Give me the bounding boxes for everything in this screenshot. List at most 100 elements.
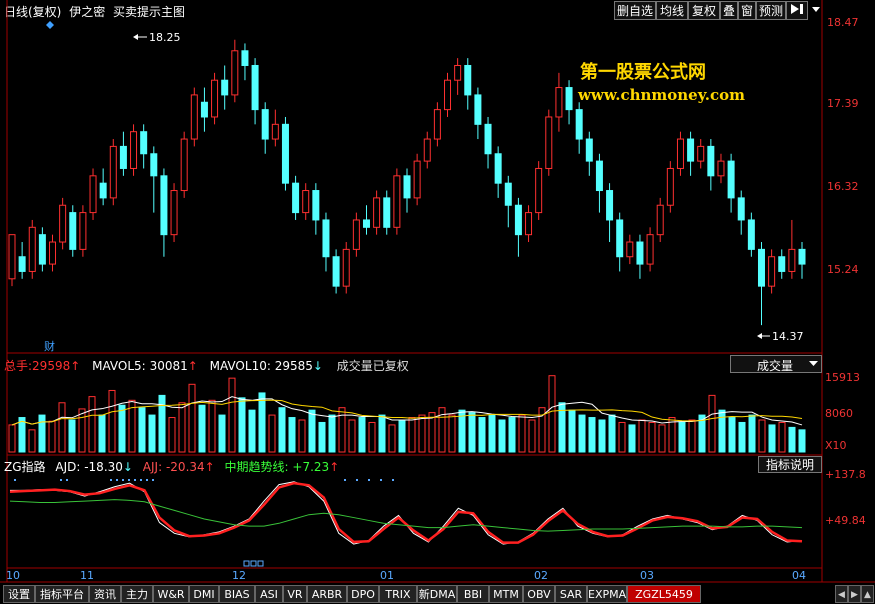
candle-body (69, 212, 77, 250)
candle-body (403, 175, 411, 199)
bottom-tab[interactable]: 资讯 (89, 585, 121, 603)
bottom-tab[interactable]: BBI (457, 585, 489, 603)
candle-body (221, 79, 229, 96)
low-marker: 14.37 (757, 330, 804, 343)
candle-body (474, 94, 482, 125)
ajj-value: -20.34 (165, 460, 205, 474)
bottom-tab[interactable]: 指标平台 (35, 585, 89, 603)
volume-bar (368, 421, 376, 453)
bottom-tab[interactable]: BIAS (219, 585, 255, 603)
volume-bar (308, 409, 316, 453)
bottom-tab[interactable]: SAR (555, 585, 587, 603)
volume-bar (8, 424, 16, 453)
candle-body (626, 241, 634, 258)
fin-marker[interactable]: 财 (44, 338, 55, 354)
candle-body (49, 241, 57, 265)
volume-selector-label: 成交量 (757, 359, 794, 373)
signal-dot (128, 479, 130, 481)
candle-body (413, 160, 421, 199)
bottom-tab[interactable]: DMI (189, 585, 219, 603)
candle-body (535, 167, 543, 214)
indicator-axis-label: +137.8 (825, 468, 866, 481)
candle-body (565, 87, 573, 111)
bottom-tab[interactable]: ARBR (307, 585, 347, 603)
bottom-tab[interactable]: OBV (523, 585, 555, 603)
volume-axis-label: X10 (825, 439, 847, 452)
restored-note: 成交量已复权 (336, 359, 409, 373)
volume-bar (168, 417, 176, 453)
bottom-tab[interactable]: EXPMA (587, 585, 627, 603)
square-marker-icon (243, 560, 250, 567)
total-value: 29598 (32, 359, 71, 373)
signal-dot (110, 479, 112, 481)
signal-dot (116, 479, 118, 481)
candle-body (211, 79, 219, 118)
x-axis-label: 02 (534, 569, 548, 582)
square-marker-icon (250, 560, 257, 567)
candle-body (747, 219, 755, 250)
volume-bar (68, 419, 76, 453)
volume-bar (138, 407, 146, 453)
volume-bar (678, 421, 686, 453)
scroll-right-icon[interactable]: ▶ (848, 585, 861, 603)
signal-dot (356, 479, 358, 481)
candle-body (190, 94, 198, 140)
bottom-tab[interactable]: 新DMA (417, 585, 457, 603)
volume-bar (28, 429, 36, 453)
volume-bar (608, 414, 616, 453)
bottom-tab[interactable]: TRIX (379, 585, 417, 603)
candle-body (119, 145, 127, 169)
volume-bar (658, 424, 666, 453)
volume-bar (348, 419, 356, 453)
volume-bar (78, 408, 86, 453)
volume-group (8, 375, 806, 453)
candle-body (464, 64, 472, 96)
candle-body (687, 138, 695, 162)
candle-body (666, 167, 674, 206)
scroll-left-icon[interactable]: ◀ (835, 585, 848, 603)
candle-body (545, 116, 553, 169)
mavol5-value: 30081 (149, 359, 188, 373)
up-arrow-icon: ↑ (329, 460, 340, 474)
volume-header: 总手:29598↑ MAVOL5: 30081↑ MAVOL10: 29585↓… (4, 357, 409, 374)
signal-dot (152, 479, 154, 481)
indicator-help-button[interactable]: 指标说明 (758, 456, 822, 473)
signal-dot (134, 479, 136, 481)
volume-bar (38, 414, 46, 453)
candle-body (109, 145, 117, 199)
volume-bar (748, 414, 756, 453)
ajd-value: -18.30 (84, 460, 123, 474)
candle-body (717, 160, 725, 177)
bottom-tab[interactable]: DPO (347, 585, 379, 603)
volume-axis-label: 15913 (825, 371, 860, 384)
volume-bar (408, 417, 416, 453)
volume-bar (318, 421, 326, 453)
bottom-tab[interactable]: MTM (489, 585, 523, 603)
bottom-tab[interactable]: 设置 (3, 585, 35, 603)
volume-bar (718, 409, 726, 453)
candle-body (362, 219, 370, 228)
candle-body (38, 234, 46, 265)
bottom-tab[interactable]: ASI (255, 585, 283, 603)
volume-bar (188, 383, 196, 453)
candle-body (8, 234, 16, 280)
tab-menu-icon[interactable]: ▲ (861, 585, 874, 603)
bottom-tab[interactable]: W&R (153, 585, 189, 603)
candle-body (636, 241, 644, 265)
volume-bar (108, 389, 116, 453)
volume-bar (628, 424, 636, 453)
bottom-tab[interactable]: ZGZL5459 (627, 585, 701, 603)
candle-body (778, 256, 786, 272)
mavol5-label: MAVOL5: (92, 359, 146, 373)
bottom-tab[interactable]: 主力 (121, 585, 153, 603)
volume-selector[interactable]: 成交量 (730, 355, 822, 373)
bottom-tab[interactable]: VR (283, 585, 307, 603)
candle-body (504, 182, 512, 206)
volume-bar (208, 399, 216, 453)
mavol10-label: MAVOL10: (209, 359, 271, 373)
candle-body (28, 226, 36, 272)
candle-body (170, 190, 178, 236)
signal-dot (146, 479, 148, 481)
candle-body (444, 79, 452, 111)
candle-body (292, 182, 300, 214)
